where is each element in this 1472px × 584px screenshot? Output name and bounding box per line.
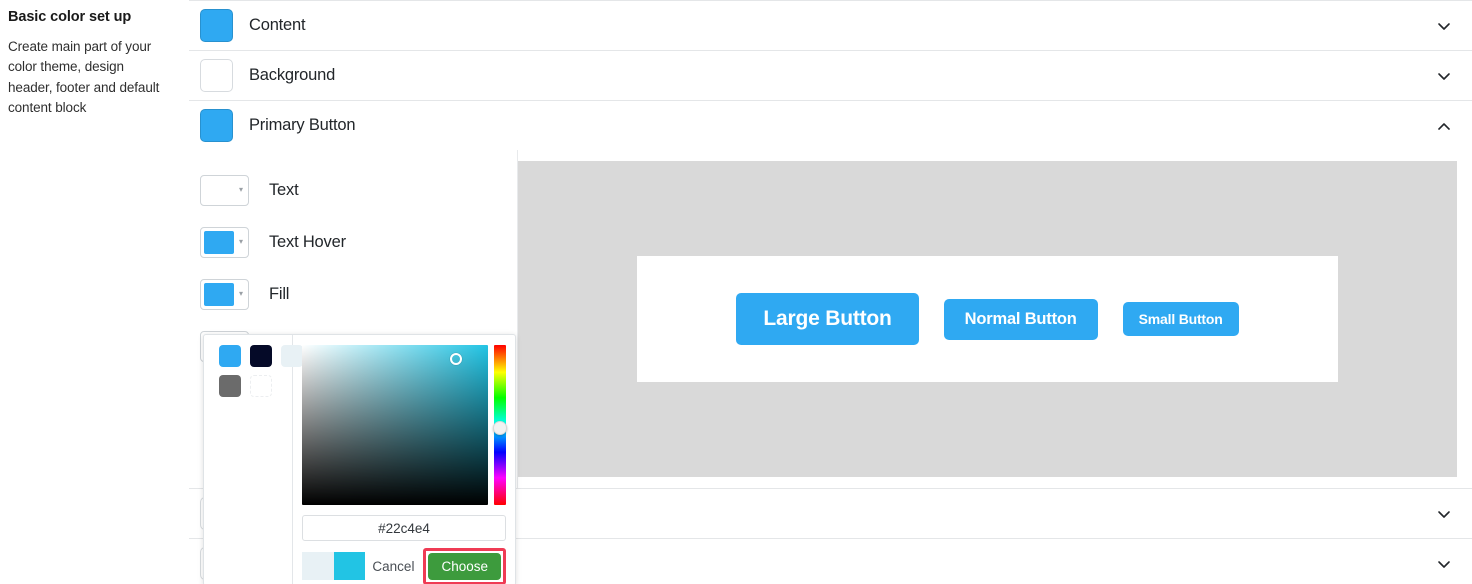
color-preview-text-hover [204, 230, 234, 254]
accordion-label-content: Content [249, 16, 306, 34]
swatch-dark-navy[interactable] [250, 345, 272, 367]
chevron-down-icon[interactable] [1436, 18, 1452, 34]
swatch-blue[interactable] [219, 345, 241, 367]
cancel-button[interactable]: Cancel [372, 559, 423, 574]
color-preview-fill [204, 282, 234, 306]
theme-preview-panel: Large Button Normal Button Small Button [518, 150, 1472, 488]
chevron-down-icon[interactable] [1436, 68, 1452, 84]
chevron-up-icon[interactable] [1436, 118, 1452, 134]
color-swatch-background[interactable] [200, 59, 233, 92]
color-picker-popup: Cancel Choose [203, 334, 516, 584]
caret-down-icon[interactable]: ▾ [234, 176, 248, 205]
sub-setting-fill: ▾ Fill [200, 268, 517, 320]
swatch-empty[interactable] [250, 375, 272, 397]
preview-card: Large Button Normal Button Small Button [637, 256, 1338, 382]
color-compare [302, 552, 365, 580]
page-description: Create main part of your color theme, de… [8, 38, 160, 116]
caret-down-icon[interactable]: ▾ [234, 280, 248, 309]
selected-color-preview [333, 552, 365, 580]
saturation-hue-row [302, 345, 507, 505]
swatch-grid [219, 345, 303, 397]
color-picker-trigger-text[interactable]: ▾ [200, 174, 249, 206]
color-preview-text [204, 178, 234, 202]
sidebar: Basic color set up Create main part of y… [0, 0, 177, 584]
previous-color-preview [302, 552, 334, 580]
sub-setting-label-fill: Fill [269, 284, 290, 303]
accordion-header-background[interactable]: Background [189, 51, 1472, 100]
color-picker-trigger-text-hover[interactable]: ▾ [200, 226, 249, 258]
color-picker-footer: Cancel Choose [302, 547, 506, 584]
accordion-header-content[interactable]: Content [189, 1, 1472, 50]
chevron-down-icon[interactable] [1436, 506, 1452, 522]
hue-slider[interactable] [493, 345, 507, 505]
page-title: Basic color set up [8, 9, 132, 25]
color-picker-controls: Cancel Choose [293, 335, 515, 584]
preview-small-button[interactable]: Small Button [1122, 302, 1239, 336]
preview-large-button[interactable]: Large Button [736, 293, 919, 345]
accordion-item-background: Background [189, 51, 1472, 101]
accordion-header-primary-button[interactable]: Primary Button [189, 101, 1472, 150]
accordion-label-primary-button: Primary Button [249, 116, 356, 134]
sub-setting-text: ▾ Text [200, 164, 517, 216]
caret-down-icon[interactable]: ▾ [234, 228, 248, 257]
hex-color-input[interactable] [302, 515, 506, 541]
hue-slider-handle[interactable] [493, 421, 507, 436]
preview-normal-button[interactable]: Normal Button [943, 298, 1098, 340]
preview-background: Large Button Normal Button Small Button [518, 161, 1457, 477]
choose-button-highlight: Choose [423, 547, 506, 584]
swatch-gray[interactable] [219, 375, 241, 397]
sub-setting-label-text: Text [269, 180, 299, 199]
chevron-down-icon[interactable] [1436, 556, 1452, 572]
accordion-item-content: Content [189, 0, 1472, 51]
saturation-value-area[interactable] [302, 345, 488, 505]
color-swatch-content[interactable] [200, 9, 233, 42]
choose-button[interactable]: Choose [428, 552, 501, 580]
saturation-cursor-icon[interactable] [450, 353, 463, 366]
sub-setting-text-hover: ▾ Text Hover [200, 216, 517, 268]
color-picker-swatch-panel [204, 335, 303, 584]
color-setup-screen: Basic color set up Create main part of y… [0, 0, 1472, 584]
color-picker-trigger-fill[interactable]: ▾ [200, 278, 249, 310]
color-swatch-primary-button[interactable] [200, 109, 233, 142]
accordion-label-background: Background [249, 66, 336, 84]
sub-setting-label-text-hover: Text Hover [269, 232, 346, 251]
